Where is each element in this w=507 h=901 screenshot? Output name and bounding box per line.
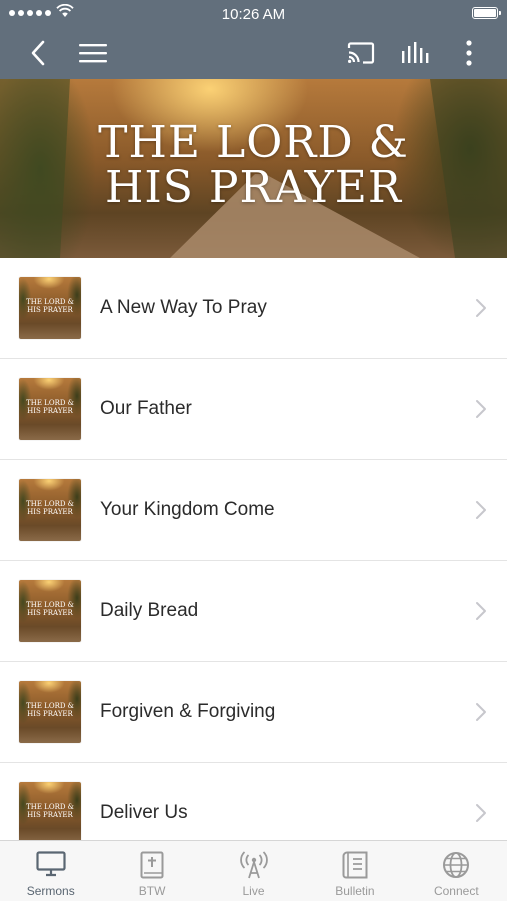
sermon-list: THE LORD & HIS PRAYER A New Way To Pray THE… [0, 258, 507, 864]
tab-connect[interactable]: Connect [406, 841, 507, 901]
series-banner: THE LORD & HIS PRAYER [0, 79, 507, 258]
thumbnail-title-line2: HIS PRAYER [27, 306, 73, 314]
thumbnail-title-line2: HIS PRAYER [27, 609, 73, 617]
monitor-icon [36, 851, 66, 882]
menu-icon [79, 43, 107, 62]
thumbnail-title-line1: THE LORD & [26, 601, 74, 609]
chevron-right-icon [476, 400, 486, 418]
thumbnail-title: THE LORD & HIS PRAYER [19, 803, 81, 819]
cast-icon [347, 41, 375, 64]
menu-button[interactable] [71, 26, 115, 79]
bible-icon [140, 851, 164, 884]
app-bar [0, 26, 507, 79]
thumbnail-title-line2: HIS PRAYER [27, 811, 73, 819]
sermon-title: Forgiven & Forgiving [100, 701, 276, 722]
tab-live[interactable]: Live [203, 841, 304, 901]
sermon-title: Your Kingdom Come [100, 499, 275, 520]
status-bar: 10:26 AM [0, 0, 507, 26]
thumbnail-title-line1: THE LORD & [26, 803, 74, 811]
back-icon [31, 40, 45, 65]
battery-icon [472, 7, 501, 19]
thumbnail-title-line1: THE LORD & [26, 298, 74, 306]
banner-title-line2: HIS PRAYER [105, 162, 402, 213]
chevron-right-icon [476, 804, 486, 822]
tab-label: Live [242, 884, 265, 898]
sermon-row[interactable]: THE LORD & HIS PRAYER Our Father [0, 359, 507, 460]
sermon-thumbnail: THE LORD & HIS PRAYER [19, 277, 81, 339]
sermon-row[interactable]: THE LORD & HIS PRAYER Forgiven & Forgiving [0, 662, 507, 763]
sermon-title: A New Way To Pray [100, 297, 267, 318]
chevron-right-icon [476, 299, 486, 317]
sermon-row[interactable]: THE LORD & HIS PRAYER Your Kingdom Come [0, 460, 507, 561]
audio-bars-icon [402, 41, 429, 63]
more-vert-icon [466, 39, 472, 66]
banner-title-line1: THE LORD & [98, 117, 409, 168]
thumbnail-title-line1: THE LORD & [26, 702, 74, 710]
thumbnail-title: THE LORD & HIS PRAYER [19, 298, 81, 314]
chevron-right-icon [476, 501, 486, 519]
tab-label: Sermons [26, 884, 75, 898]
tab-btw[interactable]: BTW [101, 841, 202, 901]
sermon-row[interactable]: THE LORD & HIS PRAYER Daily Bread [0, 561, 507, 662]
more-options-button[interactable] [447, 26, 491, 79]
tab-label: Connect [433, 884, 479, 898]
sermon-thumbnail: THE LORD & HIS PRAYER [19, 580, 81, 642]
sermon-row[interactable]: THE LORD & HIS PRAYER A New Way To Pray [0, 258, 507, 359]
thumbnail-title-line2: HIS PRAYER [27, 407, 73, 415]
chevron-right-icon [476, 703, 486, 721]
globe-icon [442, 851, 470, 884]
thumbnail-title: THE LORD & HIS PRAYER [19, 601, 81, 617]
broadcast-icon [239, 851, 268, 884]
tab-bulletin[interactable]: Bulletin [304, 841, 405, 901]
bottom-tab-bar: Sermons BTW Live Bulletin Connect [0, 840, 507, 901]
cast-button[interactable] [339, 26, 383, 79]
thumbnail-title-line2: HIS PRAYER [27, 508, 73, 516]
tab-label: Bulletin [335, 884, 375, 898]
banner-title: THE LORD & HIS PRAYER [0, 120, 507, 210]
sermon-thumbnail: THE LORD & HIS PRAYER [19, 681, 81, 743]
thumbnail-title-line1: THE LORD & [26, 500, 74, 508]
sermon-title: Our Father [100, 398, 192, 419]
thumbnail-title: THE LORD & HIS PRAYER [19, 500, 81, 516]
top-bar: 10:26 AM [0, 0, 507, 79]
thumbnail-title-line1: THE LORD & [26, 399, 74, 407]
chevron-right-icon [476, 602, 486, 620]
tab-label: BTW [138, 884, 166, 898]
sermon-thumbnail: THE LORD & HIS PRAYER [19, 479, 81, 541]
sermon-thumbnail: THE LORD & HIS PRAYER [19, 782, 81, 844]
status-time: 10:26 AM [221, 6, 286, 23]
thumbnail-title: THE LORD & HIS PRAYER [19, 702, 81, 718]
sermon-thumbnail: THE LORD & HIS PRAYER [19, 378, 81, 440]
tab-sermons[interactable]: Sermons [0, 841, 101, 901]
thumbnail-title: THE LORD & HIS PRAYER [19, 399, 81, 415]
back-button[interactable] [16, 26, 60, 79]
thumbnail-title-line2: HIS PRAYER [27, 710, 73, 718]
bulletin-icon [342, 851, 368, 884]
audio-button[interactable] [393, 26, 437, 79]
sermon-title: Daily Bread [100, 600, 199, 621]
